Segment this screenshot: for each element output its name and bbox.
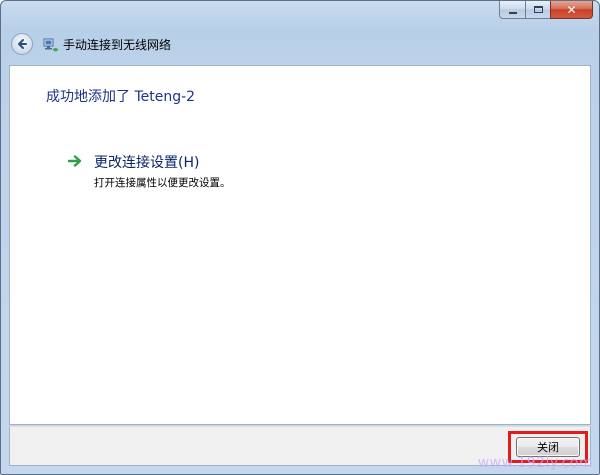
dialog-window: ✕ 手动连接到无线网络 成功地添加了 Teteng-2 更改连接设置(H) 打开… [0, 0, 600, 475]
close-icon: ✕ [566, 2, 577, 17]
minimize-icon [508, 11, 517, 14]
change-connection-settings-link[interactable]: 更改连接设置(H) 打开连接属性以便更改设置。 [68, 152, 328, 192]
green-arrow-icon [68, 155, 82, 167]
window-close-button[interactable]: ✕ [550, 1, 593, 19]
watermark: www.192ly.com [477, 455, 593, 471]
maximize-button[interactable] [525, 1, 550, 19]
content-panel: 成功地添加了 Teteng-2 更改连接设置(H) 打开连接属性以便更改设置。 [9, 65, 591, 425]
page-heading: 成功地添加了 Teteng-2 [46, 89, 196, 105]
back-button[interactable] [11, 33, 33, 55]
link-title[interactable]: 更改连接设置(H) [94, 152, 199, 172]
minimize-button[interactable] [499, 1, 525, 19]
network-icon [43, 38, 59, 52]
close-button[interactable]: 关闭 [516, 437, 580, 457]
wizard-header: 手动连接到无线网络 [1, 31, 599, 59]
maximize-icon [533, 6, 543, 13]
back-arrow-icon [18, 39, 27, 49]
wizard-title: 手动连接到无线网络 [63, 38, 172, 52]
window-controls: ✕ [499, 1, 593, 20]
link-description: 打开连接属性以便更改设置。 [94, 177, 231, 189]
